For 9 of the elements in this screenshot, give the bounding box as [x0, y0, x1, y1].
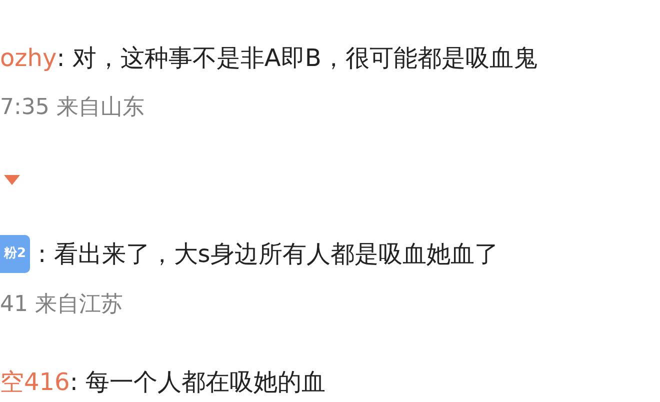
username-link[interactable]: 空416 [0, 364, 70, 400]
comment-text: : 对，这种事不是非A即B，很可能都是吸血鬼 [56, 43, 538, 74]
comment-text: : 看出来了，大s身边所有人都是吸血她血了 [38, 239, 498, 270]
comment-time-location: 7:35 来自山东 [0, 95, 144, 120]
caret-icon[interactable] [4, 174, 20, 185]
comment-text: : 每一个人都在吸她的血 [70, 367, 326, 398]
comment-time-location: 41 来自江苏 [0, 292, 123, 317]
fan-level-badge: 粉2 [0, 235, 30, 273]
username-link[interactable]: ozhy [0, 40, 57, 76]
